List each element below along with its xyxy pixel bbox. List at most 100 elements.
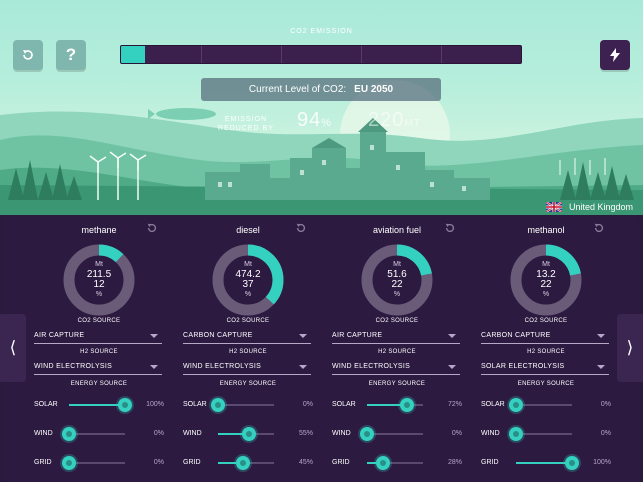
percent-unit: % (393, 291, 401, 298)
h2-source-dropdown[interactable]: WIND ELECTROLYSIS (332, 363, 460, 375)
h2-source-dropdown[interactable]: WIND ELECTROLYSIS (34, 363, 162, 375)
grid-slider-knob[interactable] (236, 456, 251, 470)
solar-slider-row: SOLAR 100% (34, 398, 164, 412)
chevron-down-icon (597, 334, 605, 338)
chevron-right-icon: ⟩ (626, 338, 634, 357)
donut-label: Mt 211.5 12 % (61, 260, 137, 300)
reduced-label-line2: REDUCED BY (218, 125, 274, 132)
h2-source-dropdown[interactable]: SOLAR ELECTROLYSIS (481, 363, 609, 375)
solar-percent: 0% (600, 401, 611, 408)
co2-level-box: Current Level of CO2: EU 2050 (201, 78, 441, 101)
solar-slider-knob[interactable] (509, 398, 523, 412)
grid-percent: 45% (298, 459, 313, 466)
co2-source-dropdown[interactable]: CARBON CAPTURE (481, 332, 609, 344)
emission-bar-tick (441, 46, 442, 63)
grid-percent: 100% (593, 459, 611, 466)
help-button[interactable]: ? (56, 40, 86, 70)
solar-slider-fill (69, 404, 125, 406)
wind-slider-track[interactable] (516, 433, 572, 435)
wind-label: WIND (481, 430, 500, 437)
reduced-percent-value: 94 (297, 109, 322, 131)
co2-source-dropdown[interactable]: CARBON CAPTURE (183, 332, 311, 344)
wind-slider-row: WIND 0% (332, 427, 462, 441)
fuel-reset-button[interactable] (295, 222, 307, 237)
wind-slider-knob[interactable] (62, 427, 76, 441)
fuel-percent-value: 22 (540, 279, 552, 290)
fuel-percent-value: 12 (93, 279, 105, 290)
grid-slider-row: GRID 28% (332, 456, 462, 470)
solar-label: SOLAR (183, 401, 207, 408)
co2-source-dropdown[interactable]: AIR CAPTURE (34, 332, 162, 344)
solar-slider-row: SOLAR 72% (332, 398, 462, 412)
grid-slider-track[interactable] (69, 462, 125, 464)
uk-flag-icon (545, 202, 562, 212)
wind-slider-knob[interactable] (241, 427, 256, 441)
solar-slider-track[interactable] (516, 404, 572, 406)
emission-mt: 220MT (368, 109, 421, 132)
fuel-reset-button[interactable] (146, 222, 158, 237)
reset-icon (296, 223, 306, 233)
percent-unit: % (244, 291, 252, 298)
prev-page-button[interactable]: ⟨ (0, 314, 26, 382)
wind-slider-track[interactable] (69, 433, 125, 435)
wind-slider-row: WIND 0% (34, 427, 164, 441)
wind-label: WIND (34, 430, 53, 437)
solar-slider-knob[interactable] (211, 398, 225, 412)
co2-source-label: CO2 SOURCE (226, 318, 270, 324)
solar-slider-knob[interactable] (400, 398, 415, 412)
reset-icon (23, 50, 33, 60)
wind-label: WIND (183, 430, 202, 437)
grid-slider-row: GRID 0% (34, 456, 164, 470)
solar-percent: 0% (302, 401, 313, 408)
reduced-percent: 94% (297, 109, 332, 132)
solar-percent: 100% (146, 401, 164, 408)
fuel-reset-button[interactable] (593, 222, 605, 237)
wind-slider-knob[interactable] (360, 427, 374, 441)
fuel-card-aviation-fuel: aviation fuel Mt 51.6 22 % CO2 SOURCE AI… (332, 222, 476, 480)
emission-bar-tick (201, 46, 202, 63)
solar-slider-track[interactable] (218, 404, 274, 406)
fuel-name: diesel (236, 225, 260, 235)
h2-source-label: H2 SOURCE (229, 349, 267, 355)
solar-label: SOLAR (332, 401, 356, 408)
h2-source-label: H2 SOURCE (527, 349, 565, 355)
boost-button[interactable] (600, 40, 630, 70)
co2-source-value: CARBON CAPTURE (183, 332, 253, 339)
grid-label: GRID (34, 459, 52, 466)
chevron-down-icon (597, 365, 605, 369)
wind-slider-knob[interactable] (509, 427, 523, 441)
fuel-name: aviation fuel (372, 225, 422, 235)
emission-progress-bar (120, 45, 522, 64)
energy-source-label: ENERGY SOURCE (219, 381, 277, 387)
percent-unit: % (542, 291, 550, 298)
reduced-label: EMISSION REDUCED BY (218, 115, 274, 133)
chevron-down-icon (448, 365, 456, 369)
co2-source-value: AIR CAPTURE (332, 332, 383, 339)
fuel-name: methane (81, 225, 117, 235)
donut-label: Mt 474.2 37 % (210, 260, 286, 300)
chevron-down-icon (150, 365, 158, 369)
solar-label: SOLAR (481, 401, 505, 408)
solar-slider-knob[interactable] (118, 398, 132, 412)
h2-source-dropdown[interactable]: WIND ELECTROLYSIS (183, 363, 311, 375)
grid-slider-knob[interactable] (375, 456, 390, 470)
co2-source-value: CARBON CAPTURE (481, 332, 551, 339)
reset-icon (147, 223, 157, 233)
emission-label: CO2 EMISSION (290, 28, 353, 35)
wind-percent: 0% (600, 430, 611, 437)
co2-source-value: AIR CAPTURE (34, 332, 85, 339)
grid-label: GRID (183, 459, 201, 466)
fuel-reset-button[interactable] (444, 222, 456, 237)
grid-slider-knob[interactable] (62, 456, 76, 470)
country-selector[interactable]: United Kingdom (545, 202, 633, 212)
wind-slider-track[interactable] (367, 433, 423, 435)
donut-label: Mt 51.6 22 % (359, 260, 435, 300)
wind-percent: 0% (153, 430, 164, 437)
reset-all-button[interactable] (13, 40, 43, 70)
emission-bar-tick (281, 46, 282, 63)
co2-level-value: EU 2050 (354, 84, 394, 95)
grid-slider-knob[interactable] (565, 456, 579, 470)
h2-source-value: WIND ELECTROLYSIS (332, 363, 411, 370)
h2-source-value: SOLAR ELECTROLYSIS (481, 363, 565, 370)
co2-source-dropdown[interactable]: AIR CAPTURE (332, 332, 460, 344)
